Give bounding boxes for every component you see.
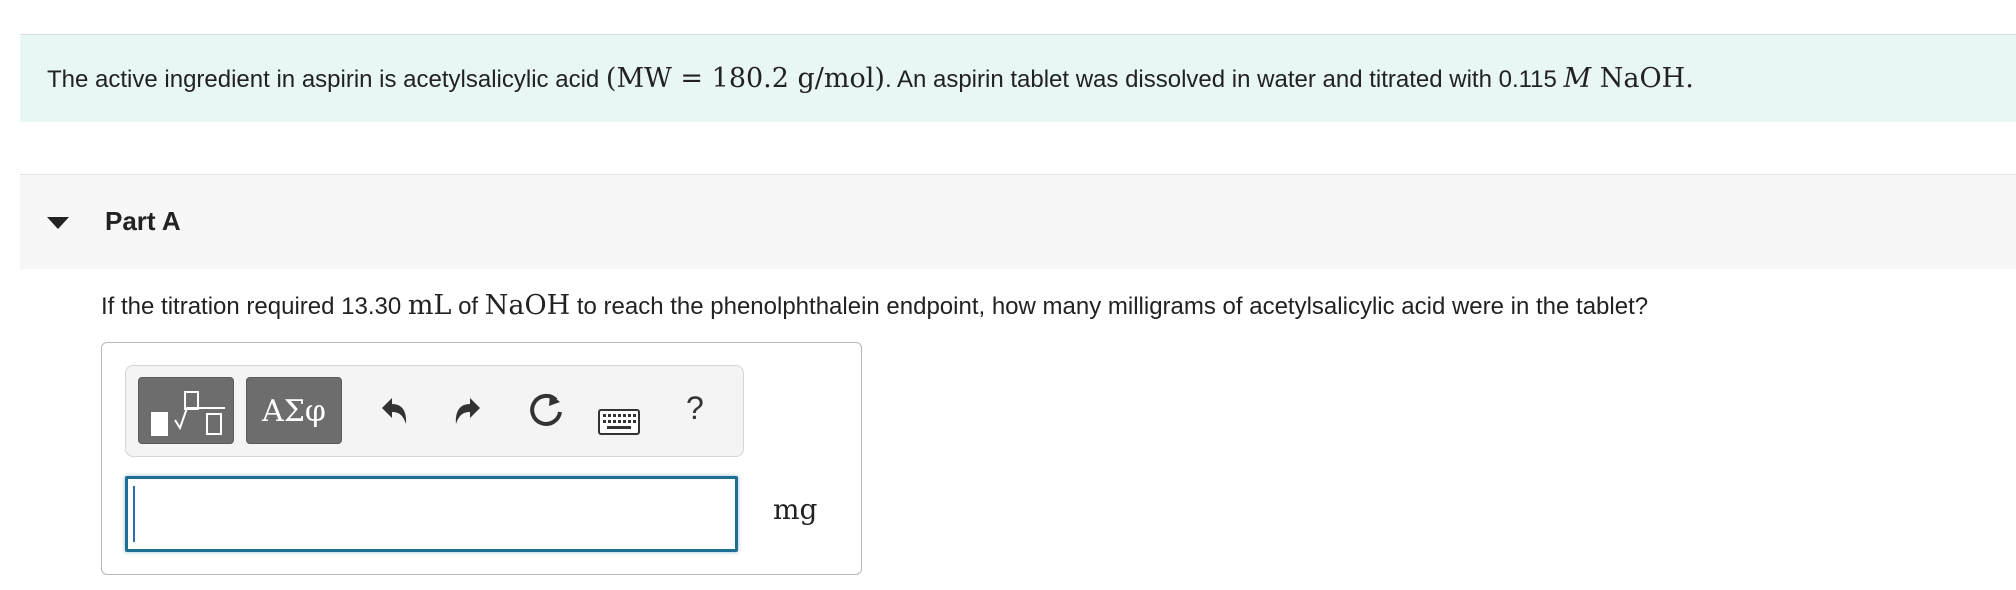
answer-box: ΑΣφ ? mg — [101, 342, 862, 575]
caret-down-icon[interactable] — [47, 217, 69, 229]
intro-math-naoh: NaOH — [1591, 63, 1686, 94]
reset-icon[interactable] — [524, 390, 568, 434]
question-math-ml: mL — [407, 290, 452, 321]
answer-unit: mg — [773, 493, 818, 526]
text-cursor — [133, 486, 135, 542]
help-button[interactable]: ? — [686, 390, 704, 427]
keyboard-icon[interactable] — [598, 400, 640, 444]
greek-symbols-label: ΑΣφ — [262, 394, 326, 429]
redo-icon[interactable] — [448, 390, 488, 434]
intro-math-mw: (MW = 180.2 g/mol) — [605, 63, 885, 94]
intro-text-end: . — [1685, 63, 1694, 94]
question-text: If the titration required 13.30 mL of Na… — [101, 290, 1648, 321]
page: The active ingredient in aspirin is acet… — [0, 0, 2016, 590]
top-cropped-toolbar — [1716, 0, 2016, 4]
answer-input[interactable] — [125, 476, 738, 552]
part-a-header[interactable]: Part A — [20, 174, 2016, 269]
undo-icon[interactable] — [374, 390, 414, 434]
problem-intro: The active ingredient in aspirin is acet… — [20, 35, 2016, 122]
math-toolbar: ΑΣφ ? — [125, 365, 744, 457]
intro-text-middle: . An aspirin tablet was dissolved in wat… — [884, 66, 1564, 93]
intro-math-molarity: M — [1563, 63, 1592, 94]
template-icon — [151, 391, 225, 436]
question-text-2: of — [451, 293, 485, 320]
question-text-1: If the titration required 13.30 — [101, 293, 408, 320]
part-title: Part A — [105, 206, 181, 236]
question-math-naoh: NaOH — [484, 290, 571, 321]
template-button[interactable] — [138, 377, 234, 444]
intro-text-before: The active ingredient in aspirin is acet… — [47, 66, 606, 93]
question-text-3: to reach the phenolphthalein endpoint, h… — [570, 293, 1649, 320]
greek-symbols-button[interactable]: ΑΣφ — [246, 377, 342, 444]
problem-intro-text: The active ingredient in aspirin is acet… — [47, 63, 1694, 94]
